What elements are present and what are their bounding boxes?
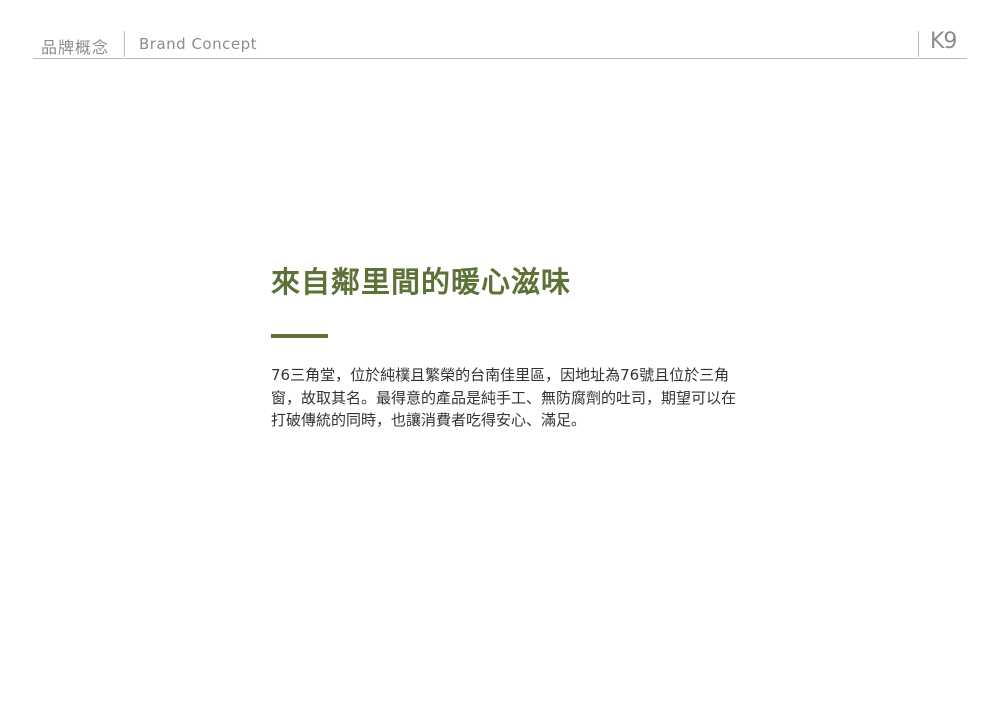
page-header: 品牌概念 Brand Concept K9 [33,28,967,59]
logo-divider [918,31,919,57]
brand-logo: K9 [930,29,957,54]
title-accent-bar [271,334,328,338]
section-title-english: Brand Concept [139,35,257,53]
brand-description: 76三角堂，位於純樸且繁榮的台南佳里區，因地址為76號且位於三角窗，故取其名。最… [271,366,737,429]
header-divider [124,31,125,57]
page-title: 來自鄰里間的暖心滋味 [271,265,572,299]
brand-concept-content: 來自鄰里間的暖心滋味 76三角堂，位於純樸且繁榮的台南佳里區，因地址為76號且位… [271,262,751,447]
section-title-chinese: 品牌概念 [41,38,110,57]
